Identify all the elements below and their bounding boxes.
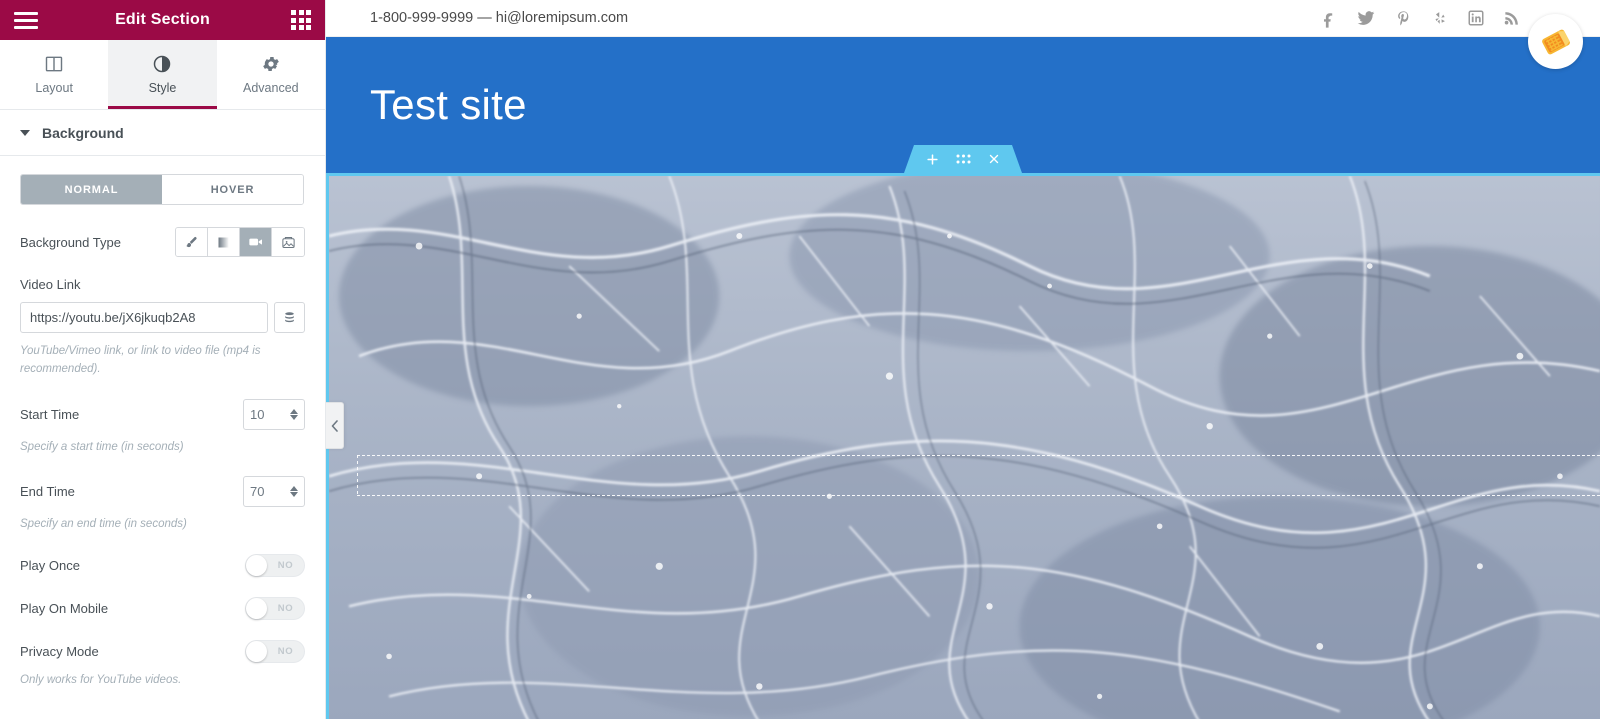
toggle-knob — [246, 598, 267, 620]
panel-header: Edit Section — [0, 0, 325, 40]
waffle-badge-icon[interactable] — [1528, 14, 1583, 69]
gear-icon — [262, 57, 279, 71]
editor-panel: Edit Section Layout Style Advanced Backg… — [0, 0, 326, 719]
play-once-row: Play Once NO — [20, 554, 305, 578]
background-section-label: Background — [42, 124, 124, 141]
grid-icon[interactable] — [291, 10, 311, 30]
start-time-hint: Specify a start time (in seconds) — [20, 440, 184, 453]
yelp-icon[interactable] — [1431, 9, 1449, 27]
hero-band: Test site — [326, 37, 1600, 173]
start-time-stepper[interactable] — [243, 398, 305, 430]
snow-branches-background — [329, 176, 1600, 719]
privacy-mode-row: Privacy Mode NO — [20, 640, 305, 664]
state-hover-button[interactable]: HOVER — [162, 175, 303, 204]
background-type-options — [175, 227, 305, 257]
panel-collapse-toggle[interactable] — [326, 402, 344, 449]
tab-style[interactable]: Style — [108, 40, 217, 109]
background-type-row: Background Type — [20, 227, 305, 257]
site-preview: 1-800-999-9999 — hi@loremipsum.com Test … — [326, 0, 1600, 719]
start-time-spin-buttons[interactable] — [290, 408, 298, 420]
slideshow-icon[interactable] — [272, 228, 304, 256]
end-time-spin-buttons[interactable] — [290, 486, 298, 498]
end-time-label: End Time — [20, 484, 75, 500]
privacy-mode-hint: Only works for YouTube videos. — [20, 674, 182, 687]
video-background-section[interactable] — [326, 173, 1600, 719]
columns-icon — [45, 56, 63, 72]
play-once-toggle[interactable]: NO — [245, 554, 305, 578]
hamburger-icon[interactable] — [14, 11, 38, 29]
panel-tabs: Layout Style Advanced — [0, 40, 325, 110]
classic-brush-icon[interactable] — [176, 228, 208, 256]
background-type-label: Background Type — [20, 234, 121, 250]
toggle-knob — [246, 555, 267, 577]
end-time-input[interactable] — [250, 484, 290, 500]
end-time-hint: Specify an end time (in seconds) — [20, 518, 187, 531]
site-topbar: 1-800-999-9999 — hi@loremipsum.com — [326, 0, 1600, 37]
play-on-mobile-row: Play On Mobile NO — [20, 597, 305, 621]
toggle-knob — [246, 641, 267, 663]
panel-title: Edit Section — [115, 11, 210, 28]
tab-advanced-label: Advanced — [243, 81, 299, 95]
tab-style-label: Style — [148, 81, 177, 95]
gradient-icon[interactable] — [208, 228, 240, 256]
end-time-stepper[interactable] — [243, 476, 305, 508]
end-time-row: End Time — [20, 476, 305, 508]
privacy-mode-label: Privacy Mode — [20, 644, 99, 660]
section-handle-toolbar — [904, 145, 1022, 173]
start-time-row: Start Time — [20, 398, 305, 430]
pinterest-icon[interactable] — [1394, 9, 1413, 28]
video-link-hint: YouTube/Vimeo link, or link to video fil… — [20, 345, 261, 375]
chevron-down-icon — [20, 129, 30, 136]
contact-info: 1-800-999-9999 — hi@loremipsum.com — [370, 10, 629, 26]
tab-layout-label: Layout — [35, 81, 73, 95]
video-link-input[interactable] — [20, 302, 268, 333]
twitter-icon[interactable] — [1356, 8, 1376, 28]
rss-icon[interactable] — [1503, 9, 1522, 28]
panel-body: NORMAL HOVER Background Type Video Link … — [0, 156, 325, 719]
database-stack-icon[interactable] — [274, 302, 305, 333]
start-time-input[interactable] — [250, 406, 290, 422]
play-on-mobile-state: NO — [277, 603, 294, 615]
privacy-mode-state: NO — [277, 646, 294, 658]
play-on-mobile-toggle[interactable]: NO — [245, 597, 305, 621]
play-once-state: NO — [277, 560, 294, 572]
chevron-left-icon — [331, 419, 338, 432]
video-camera-icon[interactable] — [240, 228, 272, 256]
background-section-header[interactable]: Background — [0, 110, 325, 156]
page-title: Test site — [370, 81, 527, 128]
close-icon[interactable] — [987, 152, 1001, 166]
drag-dots-icon[interactable] — [956, 153, 971, 166]
video-link-label: Video Link — [20, 277, 81, 292]
elementor-editor: Edit Section Layout Style Advanced Backg… — [0, 0, 1600, 719]
start-time-label: Start Time — [20, 406, 80, 422]
plus-icon[interactable] — [925, 152, 940, 167]
play-on-mobile-label: Play On Mobile — [20, 601, 109, 617]
tab-layout[interactable]: Layout — [0, 40, 108, 109]
state-switcher: NORMAL HOVER — [20, 174, 304, 205]
privacy-mode-toggle[interactable]: NO — [245, 640, 305, 664]
video-link-row — [20, 302, 305, 333]
facebook-icon[interactable] — [1319, 9, 1338, 28]
play-once-label: Play Once — [20, 558, 80, 574]
state-normal-button[interactable]: NORMAL — [21, 175, 162, 204]
contrast-icon — [154, 55, 171, 73]
linkedin-icon[interactable] — [1467, 9, 1485, 27]
tab-advanced[interactable]: Advanced — [217, 40, 325, 109]
